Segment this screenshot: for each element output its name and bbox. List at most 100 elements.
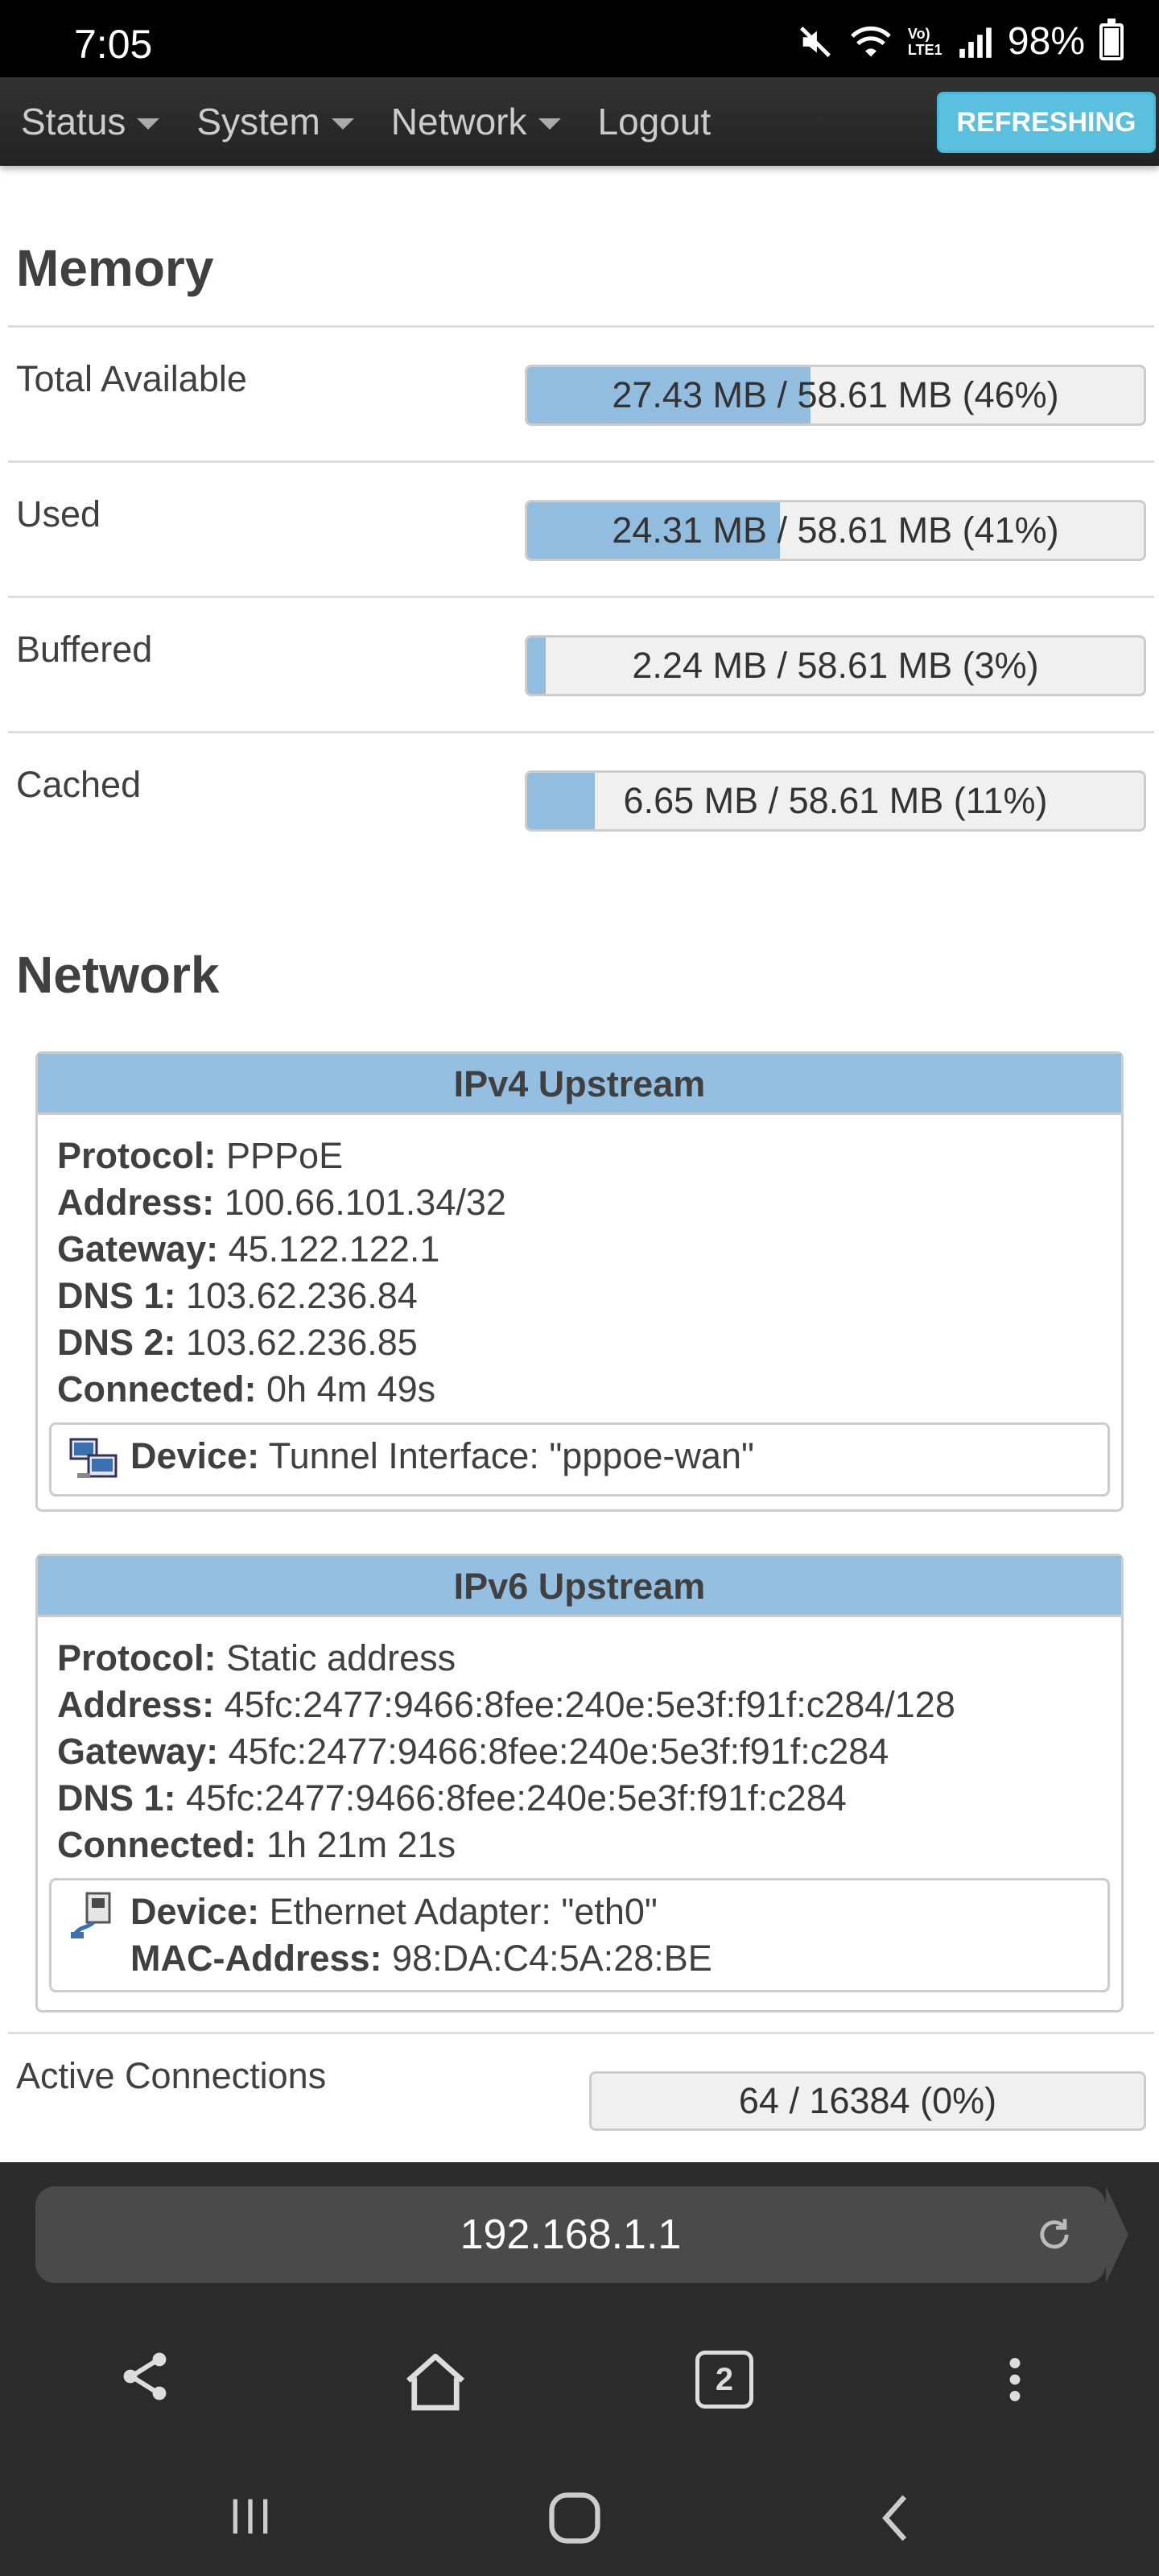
caret-down-icon xyxy=(137,118,160,130)
ipv4-fields: Protocol: PPPoE Address: 100.66.101.34/3… xyxy=(38,1115,1121,1413)
signal-icon xyxy=(959,27,992,58)
back-icon[interactable] xyxy=(869,2487,926,2549)
progress-text: 6.65 MB / 58.61 MB (11%) xyxy=(623,780,1048,821)
field-gateway: Gateway: 45.122.122.1 xyxy=(57,1226,1102,1273)
field-value: 45.122.122.1 xyxy=(228,1228,440,1269)
browser-bottom-bar: 192.168.1.1 2 xyxy=(0,2162,1159,2576)
field-protocol: Protocol: Static address xyxy=(57,1635,1102,1682)
active-connections-row: Active Connections 64 / 16384 (0%) xyxy=(8,2032,1154,2162)
field-dns1: DNS 1: 45fc:2477:9466:8fee:240e:5e3f:f91… xyxy=(57,1775,1102,1822)
field-address: Address: 100.66.101.34/32 xyxy=(57,1179,1102,1226)
field-key: Address: xyxy=(57,1182,215,1223)
field-connected: Connected: 1h 21m 21s xyxy=(57,1822,1102,1868)
field-value: 45fc:2477:9466:8fee:240e:5e3f:f91f:c284 xyxy=(186,1777,847,1818)
field-key: DNS 1: xyxy=(57,1777,176,1818)
caret-down-icon xyxy=(538,118,561,130)
tab-count: 2 xyxy=(715,2362,734,2397)
top-navbar: Status System Network Logout REFRESHING xyxy=(0,77,1159,166)
url-text: 192.168.1.1 xyxy=(460,2211,682,2258)
memory-row-buffered: Buffered 2.24 MB / 58.61 MB (3%) xyxy=(8,596,1154,731)
row-label: Cached xyxy=(16,764,142,805)
field-protocol: Protocol: PPPoE xyxy=(57,1133,1102,1179)
field-connected: Connected: 0h 4m 49s xyxy=(57,1366,1102,1413)
device-value: Ethernet Adapter: "eth0" xyxy=(269,1891,658,1932)
home-nav-icon[interactable] xyxy=(544,2487,605,2549)
nav-status-label: Status xyxy=(21,101,126,142)
ipv4-upstream-box: IPv4 Upstream Protocol: PPPoE Address: 1… xyxy=(35,1051,1124,1512)
progress-text: 27.43 MB / 58.61 MB (46%) xyxy=(612,374,1059,415)
progress-bar: 24.31 MB / 58.61 MB (41%) xyxy=(525,500,1146,561)
row-label: Total Available xyxy=(16,358,247,399)
browser-toolbar: 2 xyxy=(0,2315,1159,2444)
progress-bar: 6.65 MB / 58.61 MB (11%) xyxy=(525,770,1146,832)
progress-bar: 64 / 16384 (0%) xyxy=(589,2071,1146,2131)
address-bar[interactable]: 192.168.1.1 xyxy=(35,2186,1128,2283)
memory-title: Memory xyxy=(16,239,214,297)
field-value: 103.62.236.84 xyxy=(186,1275,418,1316)
system-navigation-bar xyxy=(0,2452,1159,2576)
device-value: Tunnel Interface: "pppoe-wan" xyxy=(268,1435,754,1476)
ipv4-device: Device: Tunnel Interface: "pppoe-wan" xyxy=(49,1422,1110,1496)
progress-text: 2.24 MB / 58.61 MB (3%) xyxy=(632,645,1039,686)
nav-menu: Status System Network Logout xyxy=(21,77,711,166)
volte-label: Vo) LTE1 xyxy=(907,25,942,58)
progress-bar: 2.24 MB / 58.61 MB (3%) xyxy=(525,635,1146,696)
more-options-icon[interactable] xyxy=(987,2347,1043,2412)
battery-icon xyxy=(1099,18,1124,60)
field-value: 45fc:2477:9466:8fee:240e:5e3f:f91f:c284/… xyxy=(224,1684,955,1725)
tunnel-interface-icon xyxy=(69,1438,118,1478)
mute-icon xyxy=(799,26,831,57)
field-key: Address: xyxy=(57,1684,215,1725)
nav-system[interactable]: System xyxy=(196,100,354,143)
nav-network[interactable]: Network xyxy=(391,100,561,143)
ethernet-adapter-icon xyxy=(71,1892,111,1938)
field-key: Protocol: xyxy=(57,1637,217,1678)
field-key: Connected: xyxy=(57,1368,257,1410)
wifi-icon xyxy=(851,26,891,56)
refreshing-button[interactable]: REFRESHING xyxy=(937,92,1156,153)
recent-apps-icon[interactable] xyxy=(222,2491,278,2542)
field-key: Connected: xyxy=(57,1824,257,1865)
field-value: 1h 21m 21s xyxy=(266,1824,456,1865)
battery-percent: 98% xyxy=(1007,20,1085,63)
ipv6-fields: Protocol: Static address Address: 45fc:2… xyxy=(38,1617,1121,1868)
clock: 7:05 xyxy=(74,22,153,67)
field-key: Gateway: xyxy=(57,1228,219,1269)
progress-bar: 27.43 MB / 58.61 MB (46%) xyxy=(525,365,1146,426)
row-label: Active Connections xyxy=(16,2055,327,2096)
reload-icon[interactable] xyxy=(1033,2214,1075,2256)
home-icon[interactable] xyxy=(399,2347,472,2420)
memory-row-total: Total Available 27.43 MB / 58.61 MB (46%… xyxy=(8,325,1154,460)
field-value: 0h 4m 49s xyxy=(266,1368,436,1410)
field-dns1: DNS 1: 103.62.236.84 xyxy=(57,1273,1102,1319)
device-key: Device: xyxy=(130,1435,260,1476)
field-dns2: DNS 2: 103.62.236.85 xyxy=(57,1319,1102,1366)
ipv6-upstream-box: IPv6 Upstream Protocol: Static address A… xyxy=(35,1554,1124,2013)
network-title: Network xyxy=(16,946,220,1004)
field-value: PPPoE xyxy=(226,1135,344,1176)
row-label: Used xyxy=(16,493,101,535)
address-bar-tip xyxy=(1106,2186,1128,2283)
field-value: 103.62.236.85 xyxy=(186,1322,418,1363)
status-icons: Vo) LTE1 98% xyxy=(797,18,1124,64)
nav-system-label: System xyxy=(196,101,320,142)
device-key: Device: xyxy=(130,1891,260,1932)
field-value: 100.66.101.34/32 xyxy=(224,1182,506,1223)
nav-logout[interactable]: Logout xyxy=(598,100,711,143)
field-key: Protocol: xyxy=(57,1135,217,1176)
field-value: 45fc:2477:9466:8fee:240e:5e3f:f91f:c284 xyxy=(228,1731,889,1772)
memory-row-cached: Cached 6.65 MB / 58.61 MB (11%) xyxy=(8,731,1154,866)
field-gateway: Gateway: 45fc:2477:9466:8fee:240e:5e3f:f… xyxy=(57,1728,1102,1775)
field-key: DNS 2: xyxy=(57,1322,176,1363)
tabs-button[interactable]: 2 xyxy=(695,2351,753,2409)
share-icon[interactable] xyxy=(116,2347,174,2405)
field-key: Gateway: xyxy=(57,1731,219,1772)
mac-value: 98:DA:C4:5A:28:BE xyxy=(392,1938,712,1979)
nav-status[interactable]: Status xyxy=(21,100,160,143)
nav-logout-label: Logout xyxy=(597,101,711,142)
memory-row-used: Used 24.31 MB / 58.61 MB (41%) xyxy=(8,460,1154,596)
ipv6-device: Device: Ethernet Adapter: "eth0" MAC-Add… xyxy=(49,1878,1110,1992)
ipv6-header: IPv6 Upstream xyxy=(38,1556,1121,1617)
field-value: Static address xyxy=(226,1637,456,1678)
ipv4-header: IPv4 Upstream xyxy=(38,1054,1121,1115)
